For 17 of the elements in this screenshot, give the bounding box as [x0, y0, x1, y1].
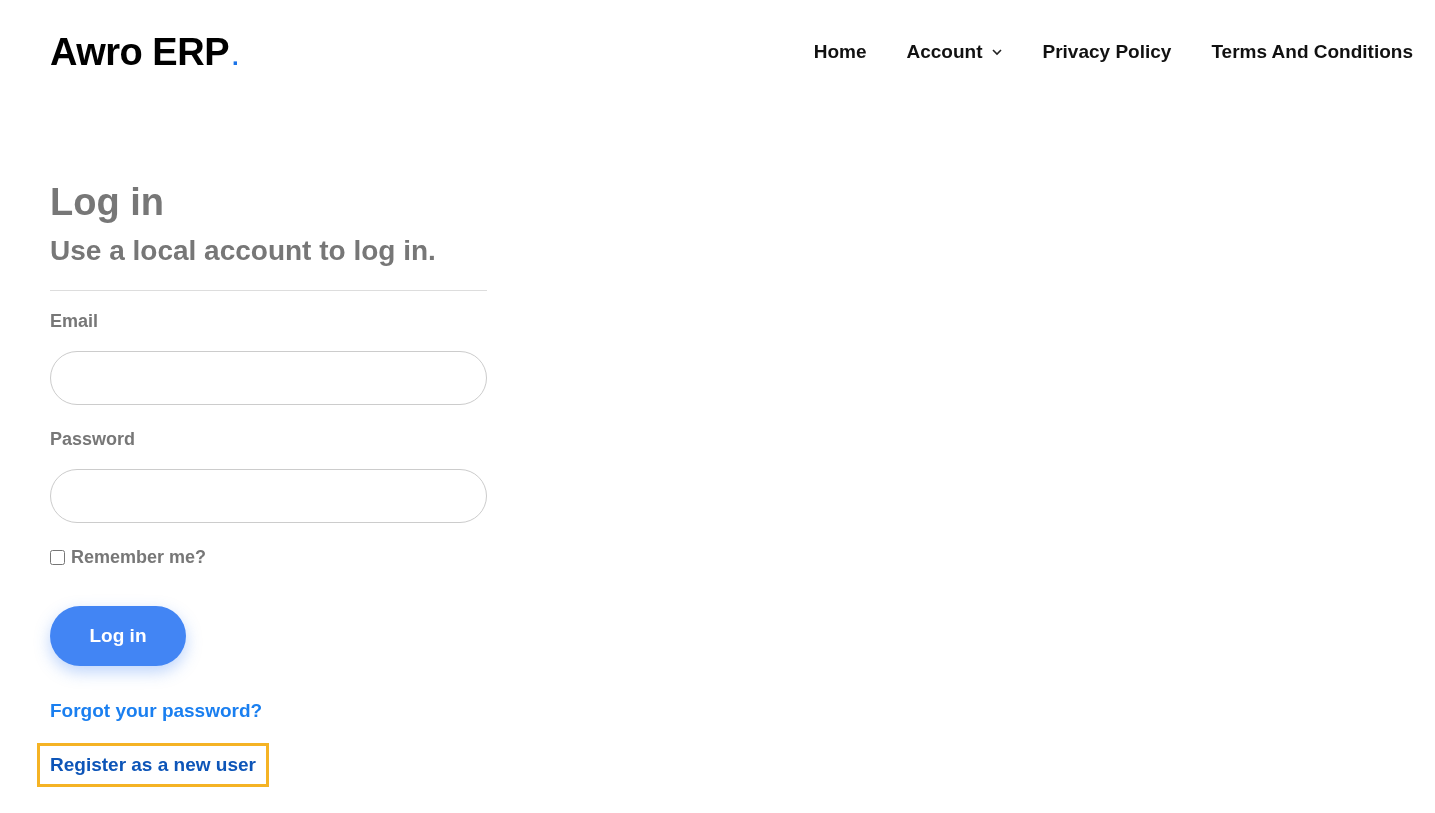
text-link[interactable]: Register as a new user [37, 743, 269, 787]
chevron-down-icon [990, 46, 1003, 58]
checkbox-label: Remember me? [71, 547, 207, 568]
nav-link[interactable]: Account [906, 41, 1003, 63]
page-title: Log in [50, 180, 165, 224]
login-button[interactable]: Log in [50, 606, 186, 666]
input-field[interactable] [50, 351, 487, 405]
input-field[interactable] [50, 469, 487, 523]
page-subtitle: Use a local account to log in. [50, 234, 437, 268]
field-label: Password [50, 429, 137, 450]
text-link[interactable]: Forgot your password? [50, 700, 263, 722]
field-label: Email [50, 311, 100, 332]
nav-link[interactable]: Privacy Policy [1042, 41, 1172, 63]
nav-link[interactable]: Home [813, 41, 867, 63]
nav-link[interactable]: Terms And Conditions [1211, 41, 1413, 63]
site-logo[interactable]: Awro ERP. [50, 30, 239, 74]
remember-checkbox[interactable] [50, 550, 65, 565]
